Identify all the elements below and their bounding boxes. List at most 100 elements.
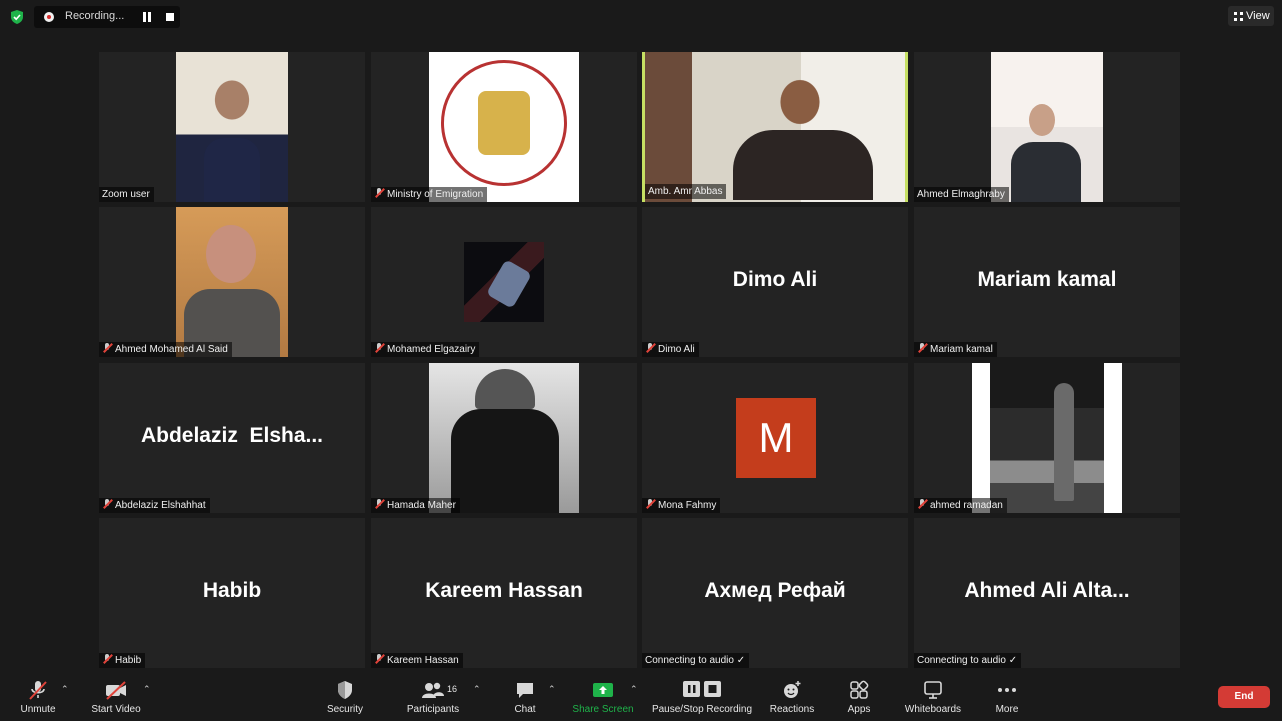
participant-tile-ahmed-refai[interactable]: Ахмед Рефай Connecting to audio ✓ xyxy=(642,518,908,668)
emoji-reaction-icon xyxy=(784,681,801,698)
mic-muted-icon xyxy=(917,499,927,509)
pause-recording-button[interactable] xyxy=(142,12,152,22)
participant-tile-mona-fahmy[interactable]: M Mona Fahmy xyxy=(642,363,908,513)
participant-video xyxy=(972,363,1122,513)
start-video-label: Start Video xyxy=(91,704,141,715)
participant-tile-ahmed-elmaghraby[interactable]: Ahmed Elmaghraby xyxy=(914,52,1180,202)
participant-name-label: Habib xyxy=(99,653,146,668)
recording-indicator: Recording... xyxy=(34,6,180,28)
meeting-toolbar: Unmute ⌃ Start Video ⌃ Security Particip… xyxy=(0,670,1282,721)
participant-tile-dimo-ali[interactable]: Dimo Ali Dimo Ali xyxy=(642,207,908,357)
participant-video xyxy=(429,363,579,513)
recording-dot-icon xyxy=(44,12,54,22)
whiteboards-button[interactable]: Whiteboards xyxy=(900,679,966,715)
mic-muted-icon xyxy=(102,343,112,353)
pause-stop-recording-label: Pause/Stop Recording xyxy=(651,704,753,715)
participant-tile-habib[interactable]: Habib Habib xyxy=(99,518,365,668)
participant-tile-mohamed-elgazairy[interactable]: Mohamed Elgazairy xyxy=(371,207,637,357)
participant-tile-zoom-user[interactable]: Zoom user xyxy=(99,52,365,202)
participant-tile-hamada-maher[interactable]: Hamada Maher xyxy=(371,363,637,513)
mic-muted-icon xyxy=(102,654,112,664)
share-screen-button[interactable]: Share Screen xyxy=(570,679,636,715)
participant-display-name: Kareem Hassan xyxy=(425,579,583,602)
participant-name-label: Ministry of Emigration xyxy=(371,187,488,202)
participant-name-label: ahmed ramadan xyxy=(914,498,1007,513)
start-video-button[interactable]: Start Video xyxy=(86,679,146,715)
participant-name-label: Abdelaziz Elshahhat xyxy=(99,498,210,513)
reactions-label: Reactions xyxy=(769,704,815,715)
microphone-muted-icon xyxy=(29,681,47,700)
mic-muted-icon xyxy=(917,343,927,353)
unmute-button[interactable]: Unmute xyxy=(14,679,62,715)
participant-display-name: Dimo Ali xyxy=(732,268,818,291)
participant-display-name: Mariam kamal xyxy=(977,268,1117,291)
ministry-logo xyxy=(429,52,579,202)
mic-muted-icon xyxy=(645,343,655,353)
participants-count: 16 xyxy=(447,684,458,694)
participant-name-label: Hamada Maher xyxy=(371,498,460,513)
participants-icon xyxy=(422,682,444,698)
participant-name-label: Ahmed Elmaghraby xyxy=(914,187,1009,202)
participant-name-label: Mona Fahmy xyxy=(642,498,721,513)
audio-options-caret-icon[interactable]: ⌃ xyxy=(61,684,69,695)
participant-tile-ahmed-ali-alta[interactable]: Ahmed Ali Alta... Connecting to audio ✓ xyxy=(914,518,1180,668)
participant-tile-ahmed-ramadan[interactable]: ahmed ramadan xyxy=(914,363,1180,513)
security-shield-icon[interactable] xyxy=(9,9,25,25)
chat-options-caret-icon[interactable]: ⌃ xyxy=(548,684,556,695)
end-meeting-button[interactable]: End xyxy=(1218,686,1270,708)
apps-label: Apps xyxy=(847,704,871,715)
participant-display-name: Ахмед Рефай xyxy=(704,579,846,602)
participant-name-label: Mohamed Elgazairy xyxy=(371,342,480,357)
participant-tile-kareem-hassan[interactable]: Kareem Hassan Kareem Hassan xyxy=(371,518,637,668)
participant-tile-ahmed-mohamed-al-said[interactable]: Ahmed Mohamed Al Said xyxy=(99,207,365,357)
whiteboard-icon xyxy=(924,681,942,699)
view-button-label: View xyxy=(1246,10,1270,22)
participant-video xyxy=(645,52,905,202)
participants-options-caret-icon[interactable]: ⌃ xyxy=(473,684,481,695)
security-label: Security xyxy=(326,704,364,715)
participant-video xyxy=(991,52,1103,202)
video-camera-off-icon xyxy=(106,681,126,700)
grid-view-icon xyxy=(1234,12,1243,21)
security-button[interactable]: Security xyxy=(322,679,368,715)
share-screen-icon xyxy=(593,683,613,697)
connecting-audio-label: Connecting to audio ✓ xyxy=(914,653,1022,668)
participant-display-name: Abdelaziz Elsha... xyxy=(140,424,324,447)
mic-muted-icon xyxy=(645,499,655,509)
top-bar: Recording... View xyxy=(0,0,1282,34)
participant-video xyxy=(176,52,288,202)
participant-tile-amb-amr-abbas[interactable]: Amb. Amr Abbas xyxy=(642,52,908,202)
stop-recording-button[interactable] xyxy=(166,13,174,21)
participant-name-label: Ahmed Mohamed Al Said xyxy=(99,342,232,357)
apps-button[interactable]: Apps xyxy=(842,679,876,715)
participant-display-name: Habib xyxy=(202,579,262,602)
video-options-caret-icon[interactable]: ⌃ xyxy=(143,684,151,695)
chat-label: Chat xyxy=(514,704,536,715)
view-button[interactable]: View xyxy=(1228,6,1274,26)
participant-tile-mariam-kamal[interactable]: Mariam kamal Mariam kamal xyxy=(914,207,1180,357)
mic-muted-icon xyxy=(374,654,384,664)
chat-button[interactable]: Chat xyxy=(508,679,542,715)
chat-bubble-icon xyxy=(517,683,533,698)
connecting-audio-label: Connecting to audio ✓ xyxy=(642,653,750,668)
recording-status: Recording... xyxy=(65,10,125,22)
pause-stop-recording-button[interactable]: Pause/Stop Recording xyxy=(648,679,756,715)
mic-muted-icon xyxy=(102,499,112,509)
participant-display-name: Ahmed Ali Alta... xyxy=(964,579,1130,602)
participant-tile-abdelaziz-elshahhat[interactable]: Abdelaziz Elsha... Abdelaziz Elshahhat xyxy=(99,363,365,513)
security-shield-icon xyxy=(338,681,352,699)
participant-name-label: Dimo Ali xyxy=(642,342,699,357)
participant-tile-ministry-of-emigration[interactable]: Ministry of Emigration xyxy=(371,52,637,202)
participant-name-label: Mariam kamal xyxy=(914,342,997,357)
apps-icon xyxy=(850,680,869,699)
more-label: More xyxy=(995,704,1019,715)
participant-video xyxy=(176,207,288,357)
reactions-button[interactable]: Reactions xyxy=(766,679,818,715)
mic-muted-icon xyxy=(374,188,384,198)
mic-muted-icon xyxy=(374,499,384,509)
pause-stop-recording-icon xyxy=(683,681,721,697)
share-options-caret-icon[interactable]: ⌃ xyxy=(630,684,638,695)
more-button[interactable]: More xyxy=(990,679,1024,715)
participant-avatar: M xyxy=(736,398,816,478)
whiteboards-label: Whiteboards xyxy=(904,704,962,715)
